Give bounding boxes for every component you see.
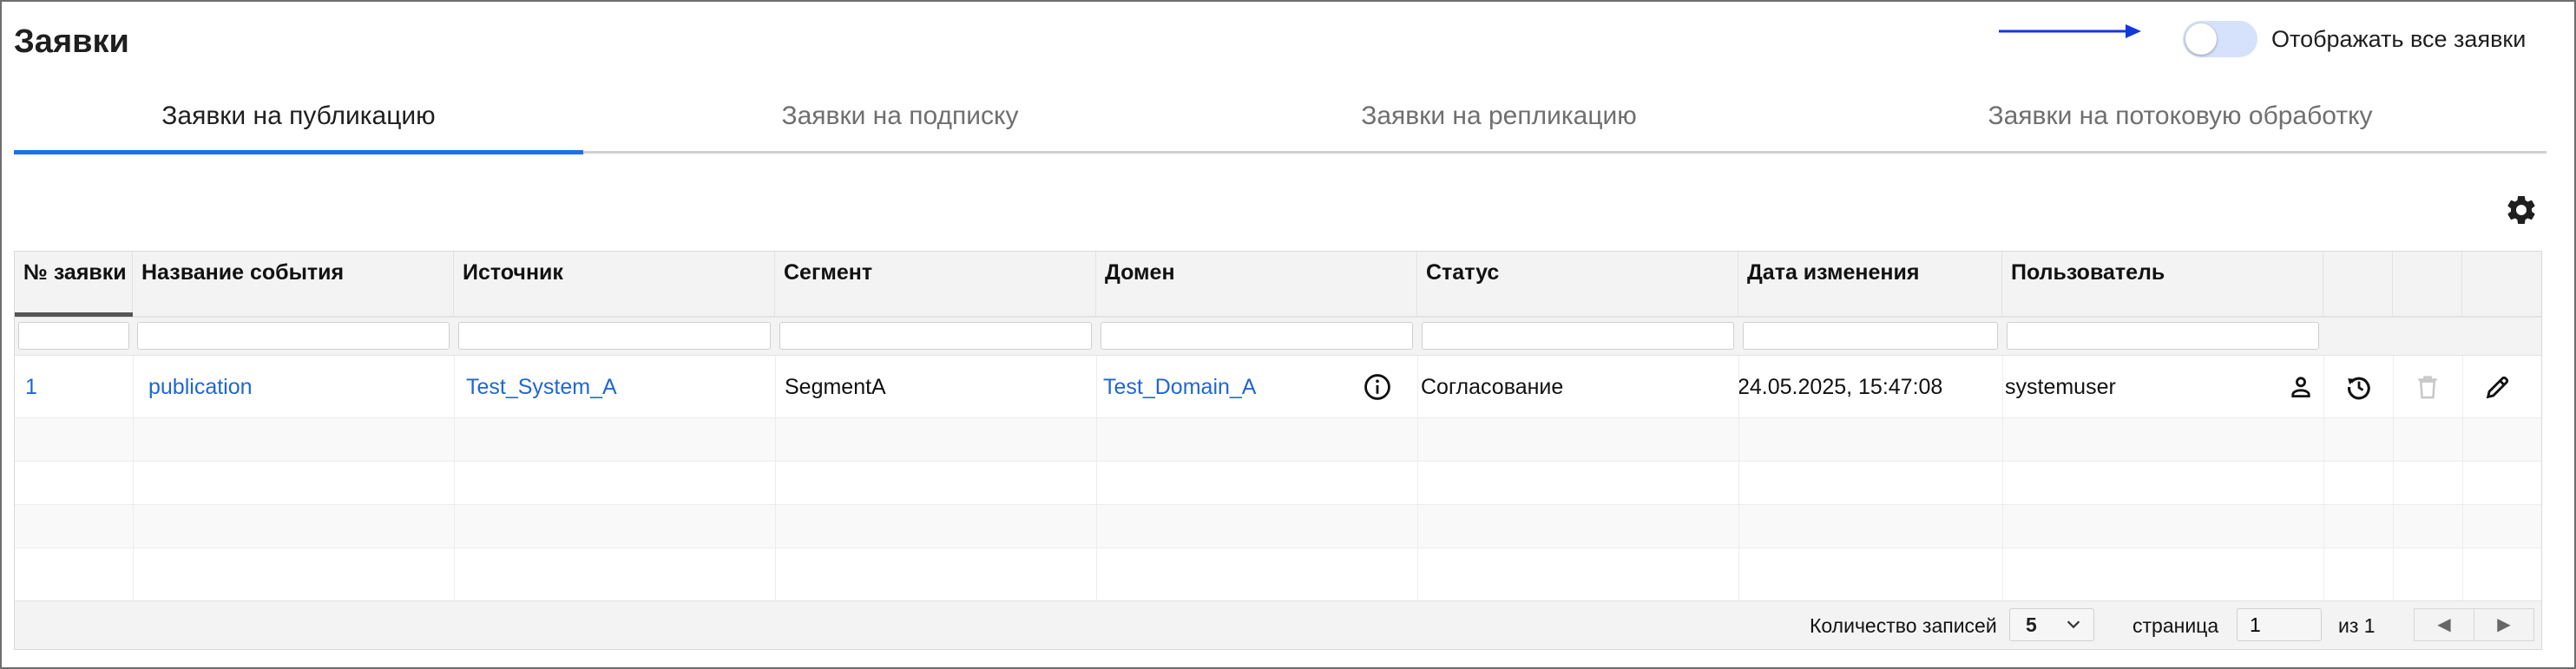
tab-stream-processing[interactable]: Заявки на потоковую обработку: [1798, 95, 2562, 153]
toggle-knob: [2185, 23, 2217, 55]
records-per-page-label: Количество записей: [1810, 614, 1997, 637]
cell-source[interactable]: Test_System_A: [466, 356, 617, 418]
requests-table: № заявки Название события Источник Сегме…: [14, 251, 2542, 650]
column-header-action-1: [2323, 252, 2393, 318]
show-all-toggle-label: Отображать все заявки: [2271, 26, 2527, 52]
cell-status: Согласование: [1421, 375, 1564, 399]
filter-user-input[interactable]: [2007, 322, 2319, 350]
empty-row: [15, 548, 2541, 602]
tab-replication[interactable]: Заявки на репликацию: [1199, 95, 1798, 153]
edit-icon[interactable]: [2483, 372, 2513, 402]
tab-subscription[interactable]: Заявки на подписку: [601, 95, 1199, 153]
cell-user: systemuser: [2005, 375, 2116, 399]
table-footer: Количество записей 5 страница из 1 ◀ ▶: [15, 600, 2541, 649]
table-row[interactable]: 1 publication Test_System_A SegmentA Tes…: [15, 356, 2541, 418]
column-divider: [133, 356, 134, 602]
user-icon[interactable]: [2286, 372, 2316, 402]
annotation-arrow-toggle: [1999, 24, 2141, 38]
column-divider: [454, 356, 455, 602]
column-header-date[interactable]: Дата изменения: [1738, 252, 2002, 318]
column-divider: [1417, 356, 1418, 602]
active-tab-indicator: [14, 150, 583, 154]
show-all-toggle[interactable]: [2183, 21, 2257, 57]
column-header-id[interactable]: № заявки: [15, 252, 133, 318]
filter-status-input[interactable]: [1422, 322, 1734, 350]
cell-segment: SegmentA: [785, 375, 886, 399]
filter-event-name-input[interactable]: [137, 322, 450, 350]
page-count-label: из 1: [2338, 614, 2376, 637]
history-icon[interactable]: [2344, 372, 2374, 402]
filter-domain-input[interactable]: [1101, 322, 1413, 350]
filter-source-input[interactable]: [458, 322, 771, 350]
column-header-user[interactable]: Пользователь: [2002, 252, 2323, 318]
column-divider: [2002, 356, 2003, 602]
delete-icon[interactable]: [2413, 372, 2442, 402]
filter-row: [15, 318, 2541, 356]
cell-event-name[interactable]: publication: [148, 356, 253, 418]
sorted-column-indicator: [15, 312, 133, 317]
column-header-domain[interactable]: Домен: [1096, 252, 1417, 318]
column-divider: [775, 356, 776, 602]
column-header-event-name[interactable]: Название события: [133, 252, 454, 318]
empty-row: [15, 462, 2541, 505]
gear-icon[interactable]: [2504, 193, 2539, 227]
chevron-left-icon: ◀: [2437, 615, 2451, 634]
column-divider: [1096, 356, 1097, 602]
empty-row: [15, 505, 2541, 548]
column-header-action-3: [2462, 252, 2543, 318]
info-icon[interactable]: [1363, 372, 1392, 402]
column-header-action-2: [2393, 252, 2462, 318]
cell-domain[interactable]: Test_Domain_A: [1103, 356, 1256, 418]
cell-id[interactable]: 1: [25, 356, 37, 418]
page-label: страница: [2132, 614, 2219, 637]
column-divider: [1738, 356, 1739, 602]
filter-id-input[interactable]: [18, 322, 129, 350]
chevron-right-icon: ▶: [2497, 615, 2511, 634]
chevron-down-icon: [2067, 620, 2080, 629]
filter-segment-input[interactable]: [779, 322, 1092, 350]
records-per-page-value: 5: [2026, 613, 2037, 636]
column-header-status[interactable]: Статус: [1417, 252, 1738, 318]
cell-date: 24.05.2025, 15:47:08: [1738, 375, 1943, 399]
table-header: № заявки Название события Источник Сегме…: [15, 252, 2541, 318]
column-divider: [2462, 356, 2463, 602]
filter-date-input[interactable]: [1743, 322, 1998, 350]
tab-publication[interactable]: Заявки на публикацию: [14, 95, 583, 153]
empty-row: [15, 418, 2541, 462]
page-number-input[interactable]: [2237, 608, 2322, 641]
page-title: Заявки: [14, 23, 129, 60]
column-divider: [2393, 356, 2394, 602]
column-divider: [2323, 356, 2324, 602]
column-header-source[interactable]: Источник: [454, 252, 775, 318]
records-per-page-select[interactable]: 5: [2009, 608, 2094, 641]
previous-page-button[interactable]: ◀: [2414, 608, 2474, 641]
next-page-button[interactable]: ▶: [2474, 608, 2534, 641]
column-header-segment[interactable]: Сегмент: [775, 252, 1096, 318]
